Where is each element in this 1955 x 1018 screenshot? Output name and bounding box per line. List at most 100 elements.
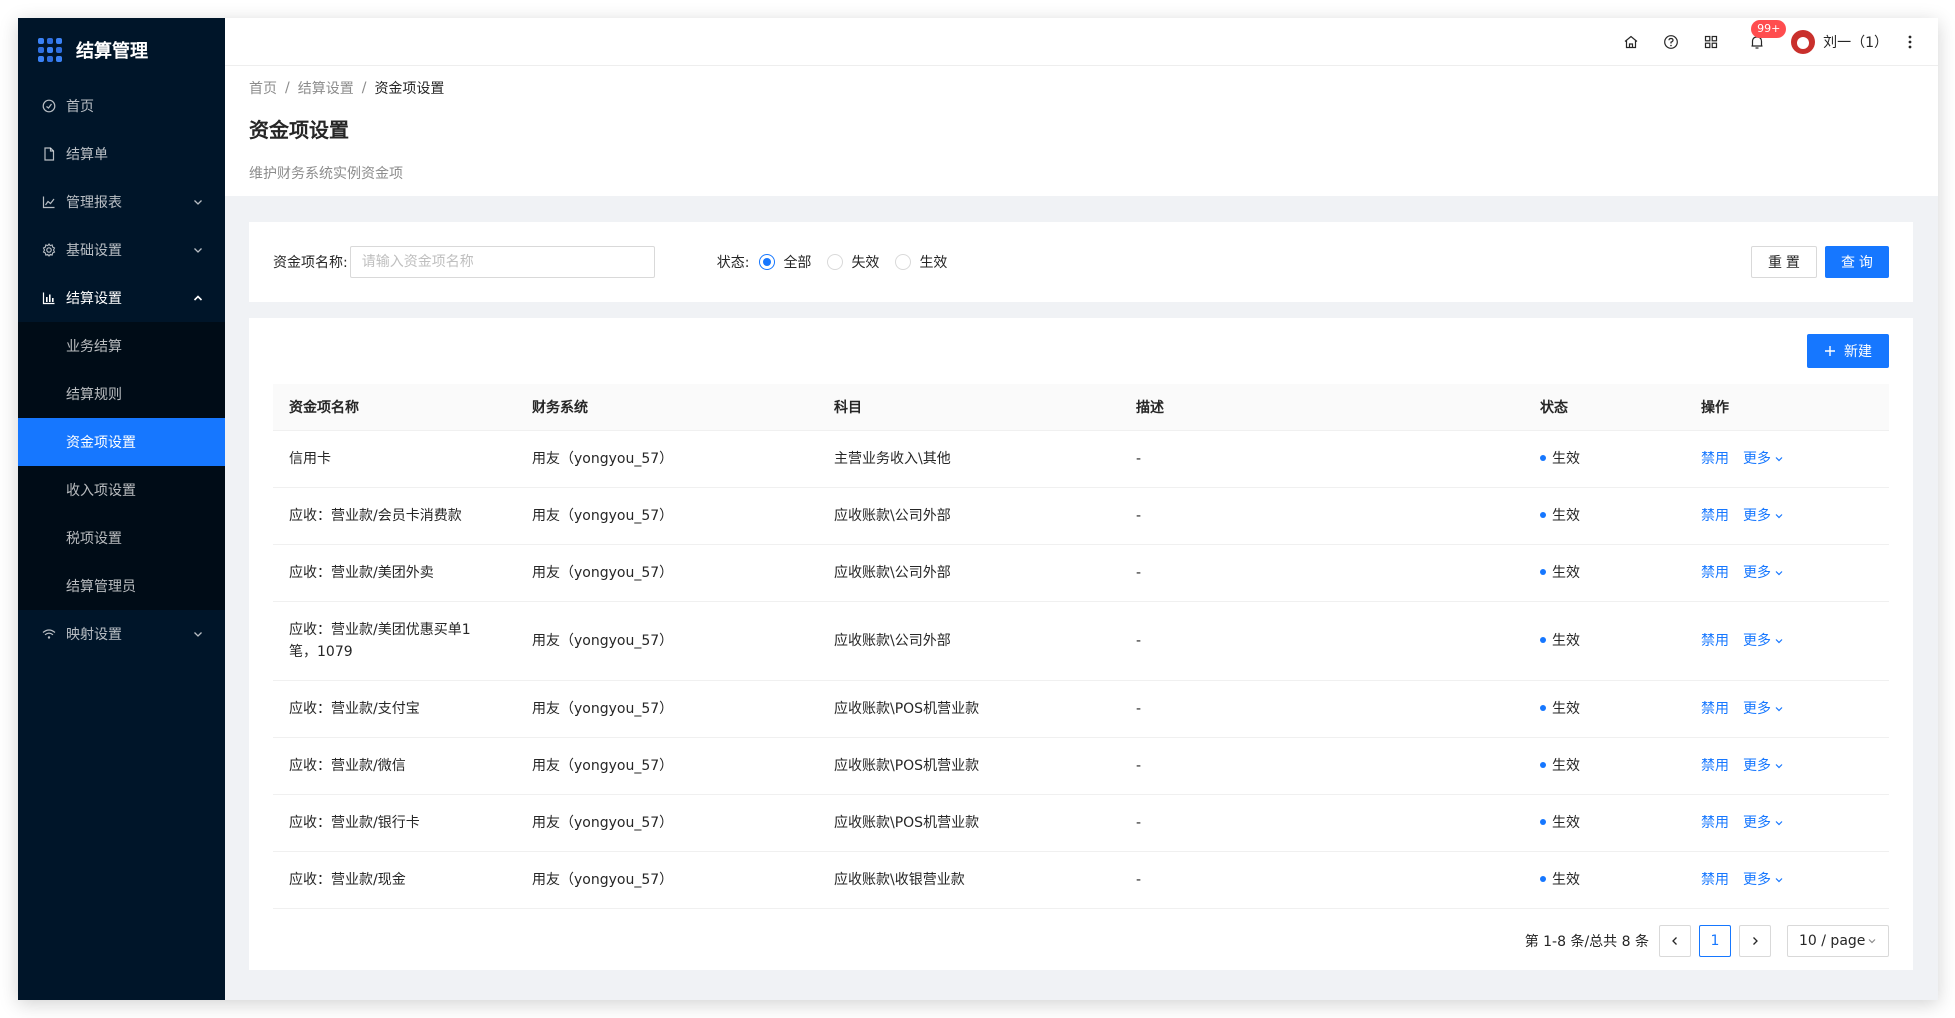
sidebar-item-home[interactable]: 首页	[18, 82, 225, 130]
more-dropdown[interactable]: 更多	[1743, 562, 1784, 584]
radio-unchecked-icon	[827, 254, 844, 270]
sidebar-subitem-settlement-admin[interactable]: 结算管理员	[18, 562, 225, 610]
disable-link[interactable]: 禁用	[1701, 633, 1729, 649]
sidebar-item-basic-settings[interactable]: 基础设置	[18, 226, 225, 274]
page-size-value: 10 / page	[1799, 932, 1866, 949]
disable-link[interactable]: 禁用	[1701, 758, 1729, 774]
page-header: 首页 / 结算设置 / 资金项设置 资金项设置 维护财务系统实例资金项	[225, 66, 1938, 196]
more-label: 更多	[1743, 700, 1771, 717]
prev-page-button[interactable]	[1659, 924, 1691, 957]
help-icon[interactable]	[1651, 18, 1691, 66]
sidebar-item-settlement-settings[interactable]: 结算设置	[18, 274, 225, 322]
status-radio-invalid[interactable]: 失效	[827, 252, 879, 272]
page-size-select[interactable]: 10 / page	[1787, 924, 1889, 957]
dashboard-icon	[42, 99, 56, 113]
reset-button[interactable]: 重 置	[1751, 246, 1817, 278]
more-vertical-icon[interactable]	[1898, 18, 1922, 66]
table-row: 应收：营业款/微信 用友（yongyou_57） 应收账款\POS机营业款 - 生效 禁用…	[273, 737, 1889, 795]
app-logo: 结算管理	[18, 18, 225, 82]
radio-checked-icon	[759, 254, 776, 270]
disable-link[interactable]: 禁用	[1701, 872, 1729, 888]
sidebar-item-reports[interactable]: 管理报表	[18, 178, 225, 226]
cell-system: 用友（yongyou_57）	[516, 794, 818, 852]
sidebar-subitem-tax-settings[interactable]: 税项设置	[18, 514, 225, 562]
sidebar-subitem-settlement-rules[interactable]: 结算规则	[18, 370, 225, 418]
sidebar-item-settlement-bill[interactable]: 结算单	[18, 130, 225, 178]
radio-label: 生效	[919, 255, 948, 271]
table-row: 信用卡 用友（yongyou_57） 主营业务收入\其他 - 生效 禁用 更多	[273, 430, 1889, 488]
more-dropdown[interactable]: 更多	[1743, 448, 1784, 470]
cell-subject: 主营业务收入\其他	[818, 430, 1120, 488]
sidebar-item-label: 首页	[66, 99, 94, 115]
breadcrumb-settlement-settings[interactable]: 结算设置	[298, 78, 354, 98]
cell-name: 应收：营业款/美团优惠买单1笔，1079	[273, 601, 516, 681]
column-header-actions: 操作	[1685, 384, 1889, 431]
more-dropdown[interactable]: 更多	[1743, 869, 1784, 891]
cell-status: 生效	[1524, 487, 1685, 545]
app-grid-icon[interactable]	[1691, 18, 1731, 66]
cell-status: 生效	[1524, 601, 1685, 681]
sidebar-subitem-business-settlement[interactable]: 业务结算	[18, 322, 225, 370]
cell-description: -	[1120, 794, 1524, 852]
fund-item-name-input[interactable]	[349, 246, 655, 278]
more-dropdown[interactable]: 更多	[1743, 755, 1784, 777]
user-menu[interactable]: 刘一（1）	[1791, 29, 1888, 54]
page-button-1[interactable]: 1	[1699, 924, 1731, 957]
page-description: 维护财务系统实例资金项	[249, 166, 403, 182]
settlement-settings-submenu: 业务结算 结算规则 资金项设置 收入项设置 税项设置 结算管理员	[18, 322, 225, 610]
chevron-down-icon	[1775, 706, 1783, 711]
cell-actions: 禁用 更多	[1685, 544, 1889, 602]
disable-link[interactable]: 禁用	[1701, 565, 1729, 581]
table-row: 应收：营业款/美团优惠买单1笔，1079 用友（yongyou_57） 应收账款\公…	[273, 601, 1889, 681]
more-label: 更多	[1743, 871, 1771, 888]
more-dropdown[interactable]: 更多	[1743, 630, 1784, 652]
sidebar-subitem-income-item-settings[interactable]: 收入项设置	[18, 466, 225, 514]
breadcrumb-home[interactable]: 首页	[249, 78, 277, 98]
radio-label: 失效	[851, 255, 880, 271]
chevron-down-icon	[194, 632, 202, 637]
chevron-down-icon	[194, 200, 202, 205]
status-dot-icon	[1540, 568, 1546, 575]
query-button[interactable]: 查 询	[1825, 246, 1889, 278]
chevron-down-icon	[1775, 638, 1783, 643]
cell-description: -	[1120, 680, 1524, 738]
sidebar-item-mapping-settings[interactable]: 映射设置	[18, 610, 225, 658]
next-page-button[interactable]	[1739, 924, 1771, 957]
wifi-icon	[42, 627, 56, 641]
more-dropdown[interactable]: 更多	[1743, 812, 1784, 834]
table-body: 信用卡 用友（yongyou_57） 主营业务收入\其他 - 生效 禁用 更多 应收：营业款/…	[273, 430, 1889, 909]
name-filter-label: 资金项名称:	[273, 255, 348, 271]
disable-link[interactable]: 禁用	[1701, 815, 1729, 831]
disable-link[interactable]: 禁用	[1701, 701, 1729, 717]
sidebar-item-label: 映射设置	[66, 627, 122, 643]
cell-description: -	[1120, 737, 1524, 795]
home-icon[interactable]	[1611, 18, 1651, 66]
cell-actions: 禁用 更多	[1685, 430, 1889, 488]
cell-name: 应收：营业款/支付宝	[273, 680, 516, 738]
chevron-left-icon	[1672, 936, 1677, 945]
cell-actions: 禁用 更多	[1685, 737, 1889, 795]
status-dot-icon	[1540, 875, 1546, 882]
cell-actions: 禁用 更多	[1685, 601, 1889, 681]
status-dot-icon	[1540, 454, 1546, 461]
more-dropdown[interactable]: 更多	[1743, 698, 1784, 720]
table-row: 应收：营业款/支付宝 用友（yongyou_57） 应收账款\POS机营业款 - 生效 禁…	[273, 680, 1889, 738]
more-label: 更多	[1743, 814, 1771, 831]
sidebar-item-label: 基础设置	[66, 243, 122, 259]
status-badge: 生效	[1552, 564, 1580, 581]
cell-system: 用友（yongyou_57）	[516, 544, 818, 602]
status-badge: 生效	[1552, 450, 1580, 467]
cell-name: 信用卡	[273, 430, 516, 488]
column-header-system: 财务系统	[516, 384, 818, 431]
cell-description: -	[1120, 851, 1524, 909]
new-button[interactable]: 新建	[1807, 334, 1889, 368]
status-radio-valid[interactable]: 生效	[895, 252, 947, 272]
table-row: 应收：营业款/美团外卖 用友（yongyou_57） 应收账款\公司外部 - 生效 禁用更…	[273, 544, 1889, 602]
sidebar-subitem-fund-item-settings[interactable]: 资金项设置	[18, 418, 225, 466]
status-dot-icon	[1540, 761, 1546, 768]
notification-bell-icon[interactable]: 99+	[1737, 18, 1787, 66]
status-radio-all[interactable]: 全部	[759, 252, 811, 272]
disable-link[interactable]: 禁用	[1701, 508, 1729, 524]
disable-link[interactable]: 禁用	[1701, 451, 1729, 467]
more-dropdown[interactable]: 更多	[1743, 505, 1784, 527]
